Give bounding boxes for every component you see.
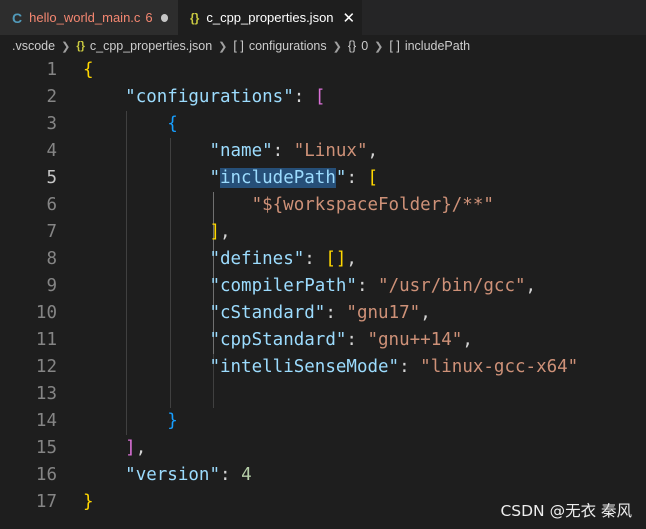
line-number: 3 [46, 114, 57, 134]
line-number: 6 [46, 195, 57, 215]
breadcrumb-folder[interactable]: .vscode [12, 39, 55, 53]
chevron-right-icon: ❯ [218, 40, 228, 53]
tab-bar: C hello_world_main.c 6 {} c_cpp_properti… [0, 0, 646, 35]
code-line: 7 ], [0, 219, 646, 246]
line-number: 5 [46, 168, 57, 188]
line-number: 12 [35, 357, 57, 377]
breadcrumb-index[interactable]: 0 [361, 39, 368, 53]
chevron-right-icon: ❯ [61, 40, 71, 53]
code-line: 13 [0, 381, 646, 408]
line-number: 10 [35, 303, 57, 323]
line-number: 2 [46, 87, 57, 107]
line-number: 14 [35, 411, 57, 431]
line-number: 9 [46, 276, 57, 296]
array-icon: [ ] [233, 39, 244, 53]
code-line: 3 { [0, 111, 646, 138]
breadcrumb-file[interactable]: c_cpp_properties.json [90, 39, 212, 53]
code-editor[interactable]: 1 { 2 "configurations": [ 3 { 4 "name": … [0, 57, 646, 529]
tab-hello-world-main[interactable]: C hello_world_main.c 6 [0, 0, 178, 35]
breadcrumb-include-path[interactable]: includePath [405, 39, 470, 53]
line-number: 16 [35, 465, 57, 485]
code-line: 6 "${workspaceFolder}/**" [0, 192, 646, 219]
code-line: 11 "cppStandard": "gnu++14", [0, 327, 646, 354]
code-line: 8 "defines": [], [0, 246, 646, 273]
code-line: 4 "name": "Linux", [0, 138, 646, 165]
problem-count-badge: 6 [145, 10, 153, 25]
line-number: 8 [46, 249, 57, 269]
code-line: 2 "configurations": [ [0, 84, 646, 111]
tab-label: c_cpp_properties.json [206, 10, 334, 25]
json-file-icon: {} [190, 10, 200, 25]
code-line: 9 "compilerPath": "/usr/bin/gcc", [0, 273, 646, 300]
tab-c-cpp-properties[interactable]: {} c_cpp_properties.json ✕ [178, 0, 362, 35]
array-icon: [ ] [389, 39, 400, 53]
watermark: CSDN @无衣 秦风 [500, 502, 632, 520]
code-line: 12 "intelliSenseMode": "linux-gcc-x64" [0, 354, 646, 381]
code-line: 1 { [0, 57, 646, 84]
code-line: 14 } [0, 408, 646, 435]
c-file-icon: C [12, 9, 23, 26]
line-number: 15 [35, 438, 57, 458]
line-number: 11 [35, 330, 57, 350]
object-icon: {} [347, 39, 357, 53]
selected-text: includePath [219, 168, 336, 188]
chevron-right-icon: ❯ [332, 40, 342, 53]
breadcrumb-configurations[interactable]: configurations [249, 39, 327, 53]
unsaved-dot-icon[interactable] [160, 13, 168, 22]
code-line: 5 "includePath": [ [0, 165, 646, 192]
code-line: 10 "cStandard": "gnu17", [0, 300, 646, 327]
tab-label: hello_world_main.c [29, 10, 141, 25]
chevron-right-icon: ❯ [374, 40, 384, 53]
json-file-icon: {} [76, 40, 85, 52]
line-number: 7 [46, 222, 57, 242]
line-number: 17 [35, 492, 57, 512]
close-icon[interactable]: ✕ [343, 9, 356, 27]
line-number: 4 [46, 141, 57, 161]
breadcrumb: .vscode ❯ {} c_cpp_properties.json ❯ [ ]… [0, 35, 646, 57]
line-number: 13 [35, 384, 57, 404]
line-number: 1 [46, 60, 57, 80]
code-line: 15 ], [0, 435, 646, 462]
code-line: 16 "version": 4 [0, 462, 646, 489]
